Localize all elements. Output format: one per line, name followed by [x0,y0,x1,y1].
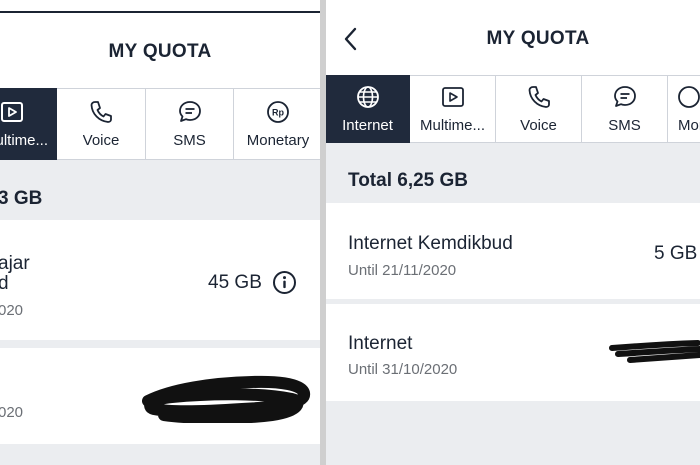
quota-item-date: 020 [0,404,24,421]
page-title: MY QUOTA [486,28,590,49]
quota-item-amount: 5 GB [654,243,698,264]
tab-label: Multime... [419,117,485,134]
play-icon [441,87,464,107]
right-screen: MY QUOTA Internet Multime... Voice SMS M… [326,0,700,465]
quota-item-name-line2: d [0,273,9,294]
rp-coin-icon: Rp [267,101,289,123]
play-icon [0,102,23,122]
top-bar: MY QUOTA [0,0,320,75]
tab-label: Mon [678,117,700,134]
quota-item-date: Until 21/11/2020 [348,262,457,279]
tab-monetary[interactable]: Mon [668,75,700,143]
tab-multimedia[interactable]: Multime... [410,75,496,143]
chat-icon [613,86,636,107]
quota-item-name-line1: ajar [0,253,30,274]
top-edge-line [0,11,320,13]
redaction-scribble [609,340,700,363]
tab-label: SMS [608,117,641,134]
tab-sms[interactable]: SMS [582,75,668,143]
tab-voice[interactable]: Voice [57,88,146,160]
quota-item-name: Internet [348,333,413,354]
tab-label: Internet [342,117,393,134]
top-bar: MY QUOTA [326,0,700,75]
divider [326,299,700,304]
tab-voice[interactable]: Voice [496,75,582,143]
quota-item-amount: 45 GB [208,272,262,293]
tab-label: ultime... [0,132,48,149]
svg-text:Rp: Rp [272,108,284,118]
info-icon[interactable] [272,270,297,295]
total-bar: Total 6,25 GB [326,143,700,203]
globe-icon [356,86,379,108]
tab-label: SMS [173,132,206,149]
redaction-scribble [142,375,310,423]
total-bar: 3 GB [0,160,320,220]
quota-item-name: Internet Kemdikbud [348,233,513,254]
page-title: MY QUOTA [108,41,212,62]
divider [0,340,320,348]
category-tabs: ultime... Voice SMS Rp Monetary [0,88,320,168]
tab-label: Voice [82,132,120,149]
tab-label: Voice [520,117,557,134]
total-quota: 3 GB [0,188,43,209]
total-quota: Total 6,25 GB [348,170,469,191]
tab-internet[interactable]: Internet [326,75,410,151]
bottom-band [0,444,320,465]
quota-item-date: 020 [0,302,24,319]
tab-sms[interactable]: SMS [146,88,234,160]
tab-label: Monetary [246,132,310,149]
tab-monetary[interactable]: Rp Monetary [234,88,320,160]
phone-icon [528,86,550,108]
quota-item-date: Until 31/10/2020 [348,361,458,378]
phone-icon [90,101,112,123]
tab-multimedia[interactable]: ultime... [0,88,57,168]
bottom-band [326,401,700,465]
left-screen: MY QUOTA ultime... Voice SMS Rp Monetary… [0,0,320,465]
category-tabs: Internet Multime... Voice SMS Mon [326,75,700,151]
chat-icon [178,101,201,122]
rp-coin-icon [678,86,700,108]
